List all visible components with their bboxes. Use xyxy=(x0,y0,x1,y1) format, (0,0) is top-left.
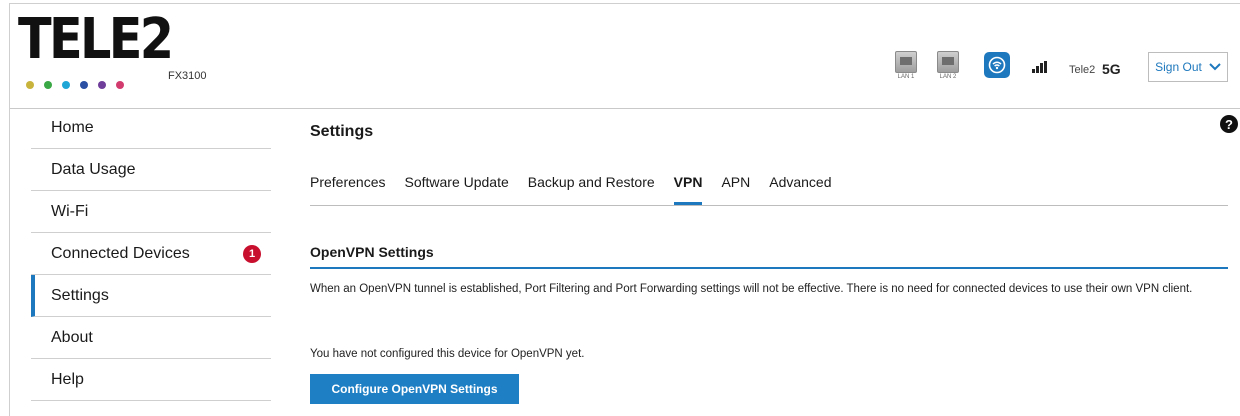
carrier-name: Tele2 xyxy=(1069,64,1096,76)
lan1-status: LAN 1 xyxy=(894,51,918,80)
sidebar-item-about[interactable]: About xyxy=(31,317,271,359)
sidebar-item-label: About xyxy=(51,328,93,346)
top-header: TELE2 FX3100 LAN 1 LAN 2 Tele2 5G Sign O… xyxy=(10,4,1240,109)
sidebar-item-help[interactable]: Help xyxy=(31,359,271,401)
lan1-label: LAN 1 xyxy=(897,74,915,80)
settings-tabs: Preferences Software Update Backup and R… xyxy=(310,171,1228,206)
tab-advanced[interactable]: Advanced xyxy=(769,171,831,205)
page-title: Settings xyxy=(310,123,374,140)
status-bar: LAN 1 LAN 2 Tele2 5G Sign Out xyxy=(10,4,1240,108)
help-icon[interactable]: ? xyxy=(1220,115,1238,133)
sidebar-item-label: Wi-Fi xyxy=(51,202,89,220)
ethernet-port-icon xyxy=(895,51,917,73)
sidebar-item-connected-devices[interactable]: Connected Devices 1 xyxy=(31,233,271,275)
sidebar-item-settings[interactable]: Settings xyxy=(31,275,271,317)
lan2-label: LAN 2 xyxy=(939,74,957,80)
sidebar-item-label: Home xyxy=(51,118,94,136)
sidebar-item-label: Help xyxy=(51,370,84,388)
section-title: OpenVPN Settings xyxy=(310,244,434,260)
sidebar-item-label: Settings xyxy=(51,286,109,304)
configure-openvpn-button[interactable]: Configure OpenVPN Settings xyxy=(310,374,519,404)
notification-badge: 1 xyxy=(243,245,261,263)
sidebar-nav: Home Data Usage Wi-Fi Connected Devices … xyxy=(31,107,271,401)
sidebar-item-wifi[interactable]: Wi-Fi xyxy=(31,191,271,233)
lan2-status: LAN 2 xyxy=(936,51,960,80)
wifi-icon[interactable] xyxy=(984,52,1010,78)
chevron-down-icon xyxy=(1209,63,1221,71)
tab-preferences[interactable]: Preferences xyxy=(310,171,385,205)
vpn-status-notice: You have not configured this device for … xyxy=(310,348,585,360)
signal-bars-icon xyxy=(1032,61,1047,73)
tab-vpn[interactable]: VPN xyxy=(673,171,703,205)
sign-out-button[interactable]: Sign Out xyxy=(1148,52,1228,82)
sign-out-label: Sign Out xyxy=(1155,60,1202,74)
tab-backup-restore[interactable]: Backup and Restore xyxy=(528,171,655,205)
sidebar-item-label: Data Usage xyxy=(51,160,136,178)
sidebar-item-data-usage[interactable]: Data Usage xyxy=(31,149,271,191)
section-divider xyxy=(310,267,1228,269)
vpn-description: When an OpenVPN tunnel is established, P… xyxy=(310,283,1193,295)
network-type: 5G xyxy=(1102,61,1121,77)
sidebar-item-label: Connected Devices xyxy=(51,244,190,262)
sidebar-item-home[interactable]: Home xyxy=(31,107,271,149)
ethernet-port-icon xyxy=(937,51,959,73)
tab-software-update[interactable]: Software Update xyxy=(404,171,508,205)
tab-apn[interactable]: APN xyxy=(721,171,750,205)
